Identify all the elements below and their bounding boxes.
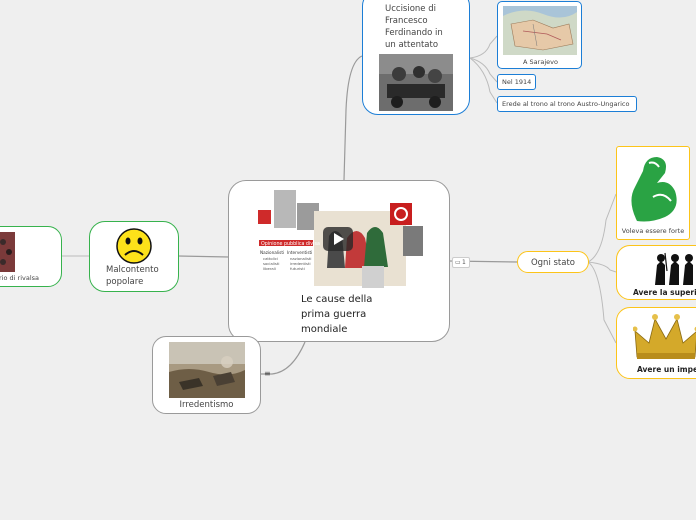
subtopic-empire-label: Avere un imper	[637, 365, 696, 374]
topic-malcontento-title: Malcontento popolare	[106, 265, 159, 287]
subtopic-year[interactable]: Nel 1914	[497, 74, 536, 90]
subtopic-year-label: Nel 1914	[502, 78, 532, 86]
subtopic-empire[interactable]: Avere un imper	[616, 307, 696, 379]
poster-right-heading: Interventisti	[287, 250, 312, 255]
subtopic-strong[interactable]: Voleva essere forte	[616, 146, 690, 240]
mind-map-canvas[interactable]: Opinione pubblica divisa Nazionalisti ca…	[0, 0, 696, 520]
central-topic-title: Le cause della prima guerra mondiale	[301, 294, 373, 335]
crowd-image	[0, 232, 15, 272]
soldiers-image	[655, 252, 693, 285]
subtopic-heir-label: Erede al trono al trono Austro-Ungarico	[502, 100, 630, 108]
subtopic-sarajevo-label: A Sarajevo	[523, 58, 558, 66]
note-icon[interactable]: ≡	[264, 369, 271, 378]
subtopic-sarajevo[interactable]: A Sarajevo	[497, 1, 582, 69]
crown-image	[633, 314, 696, 359]
poster-left-heading: Nazionalisti	[260, 250, 284, 255]
topic-ogni-stato[interactable]: Ogni stato	[517, 251, 589, 273]
sad-face-icon	[116, 228, 152, 264]
subtopic-rivalsa[interactable]: rio di rivalsa	[0, 226, 62, 287]
poster-right-item: futuristi	[290, 266, 305, 271]
flexed-arm-image	[631, 157, 677, 222]
battlefield-image	[169, 342, 245, 398]
subtopic-superiority-label: Avere la superiori	[633, 288, 696, 297]
topic-irredentismo[interactable]: Irredentismo	[152, 336, 261, 414]
map-image	[503, 6, 577, 55]
subtopic-heir[interactable]: Erede al trono al trono Austro-Ungarico	[497, 96, 637, 112]
topic-assassination-title: Uccisione di Francesco Ferdinando in un …	[385, 4, 443, 50]
topic-irredentismo-title: Irredentismo	[179, 400, 234, 410]
poster-heading: Opinione pubblica divisa	[261, 241, 320, 247]
play-video-button[interactable]	[323, 227, 353, 251]
subtopic-superiority[interactable]: Avere la superiori	[616, 245, 696, 300]
assassination-photo	[379, 54, 453, 111]
central-topic-node[interactable]: Opinione pubblica divisa Nazionalisti ca…	[228, 180, 450, 342]
topic-assassination[interactable]: Uccisione di Francesco Ferdinando in un …	[362, 0, 470, 115]
poster-left-item: liberali	[263, 266, 276, 271]
subtopic-rivalsa-label: rio di rivalsa	[0, 274, 40, 282]
comment-icon: ▭	[455, 259, 461, 266]
comment-count: 1	[462, 259, 466, 266]
topic-ogni-stato-title: Ogni stato	[530, 258, 576, 268]
topic-malcontento[interactable]: Malcontento popolare	[89, 221, 179, 292]
comment-badge[interactable]: ▭ 1	[452, 257, 470, 268]
subtopic-strong-label: Voleva essere forte	[621, 227, 685, 235]
